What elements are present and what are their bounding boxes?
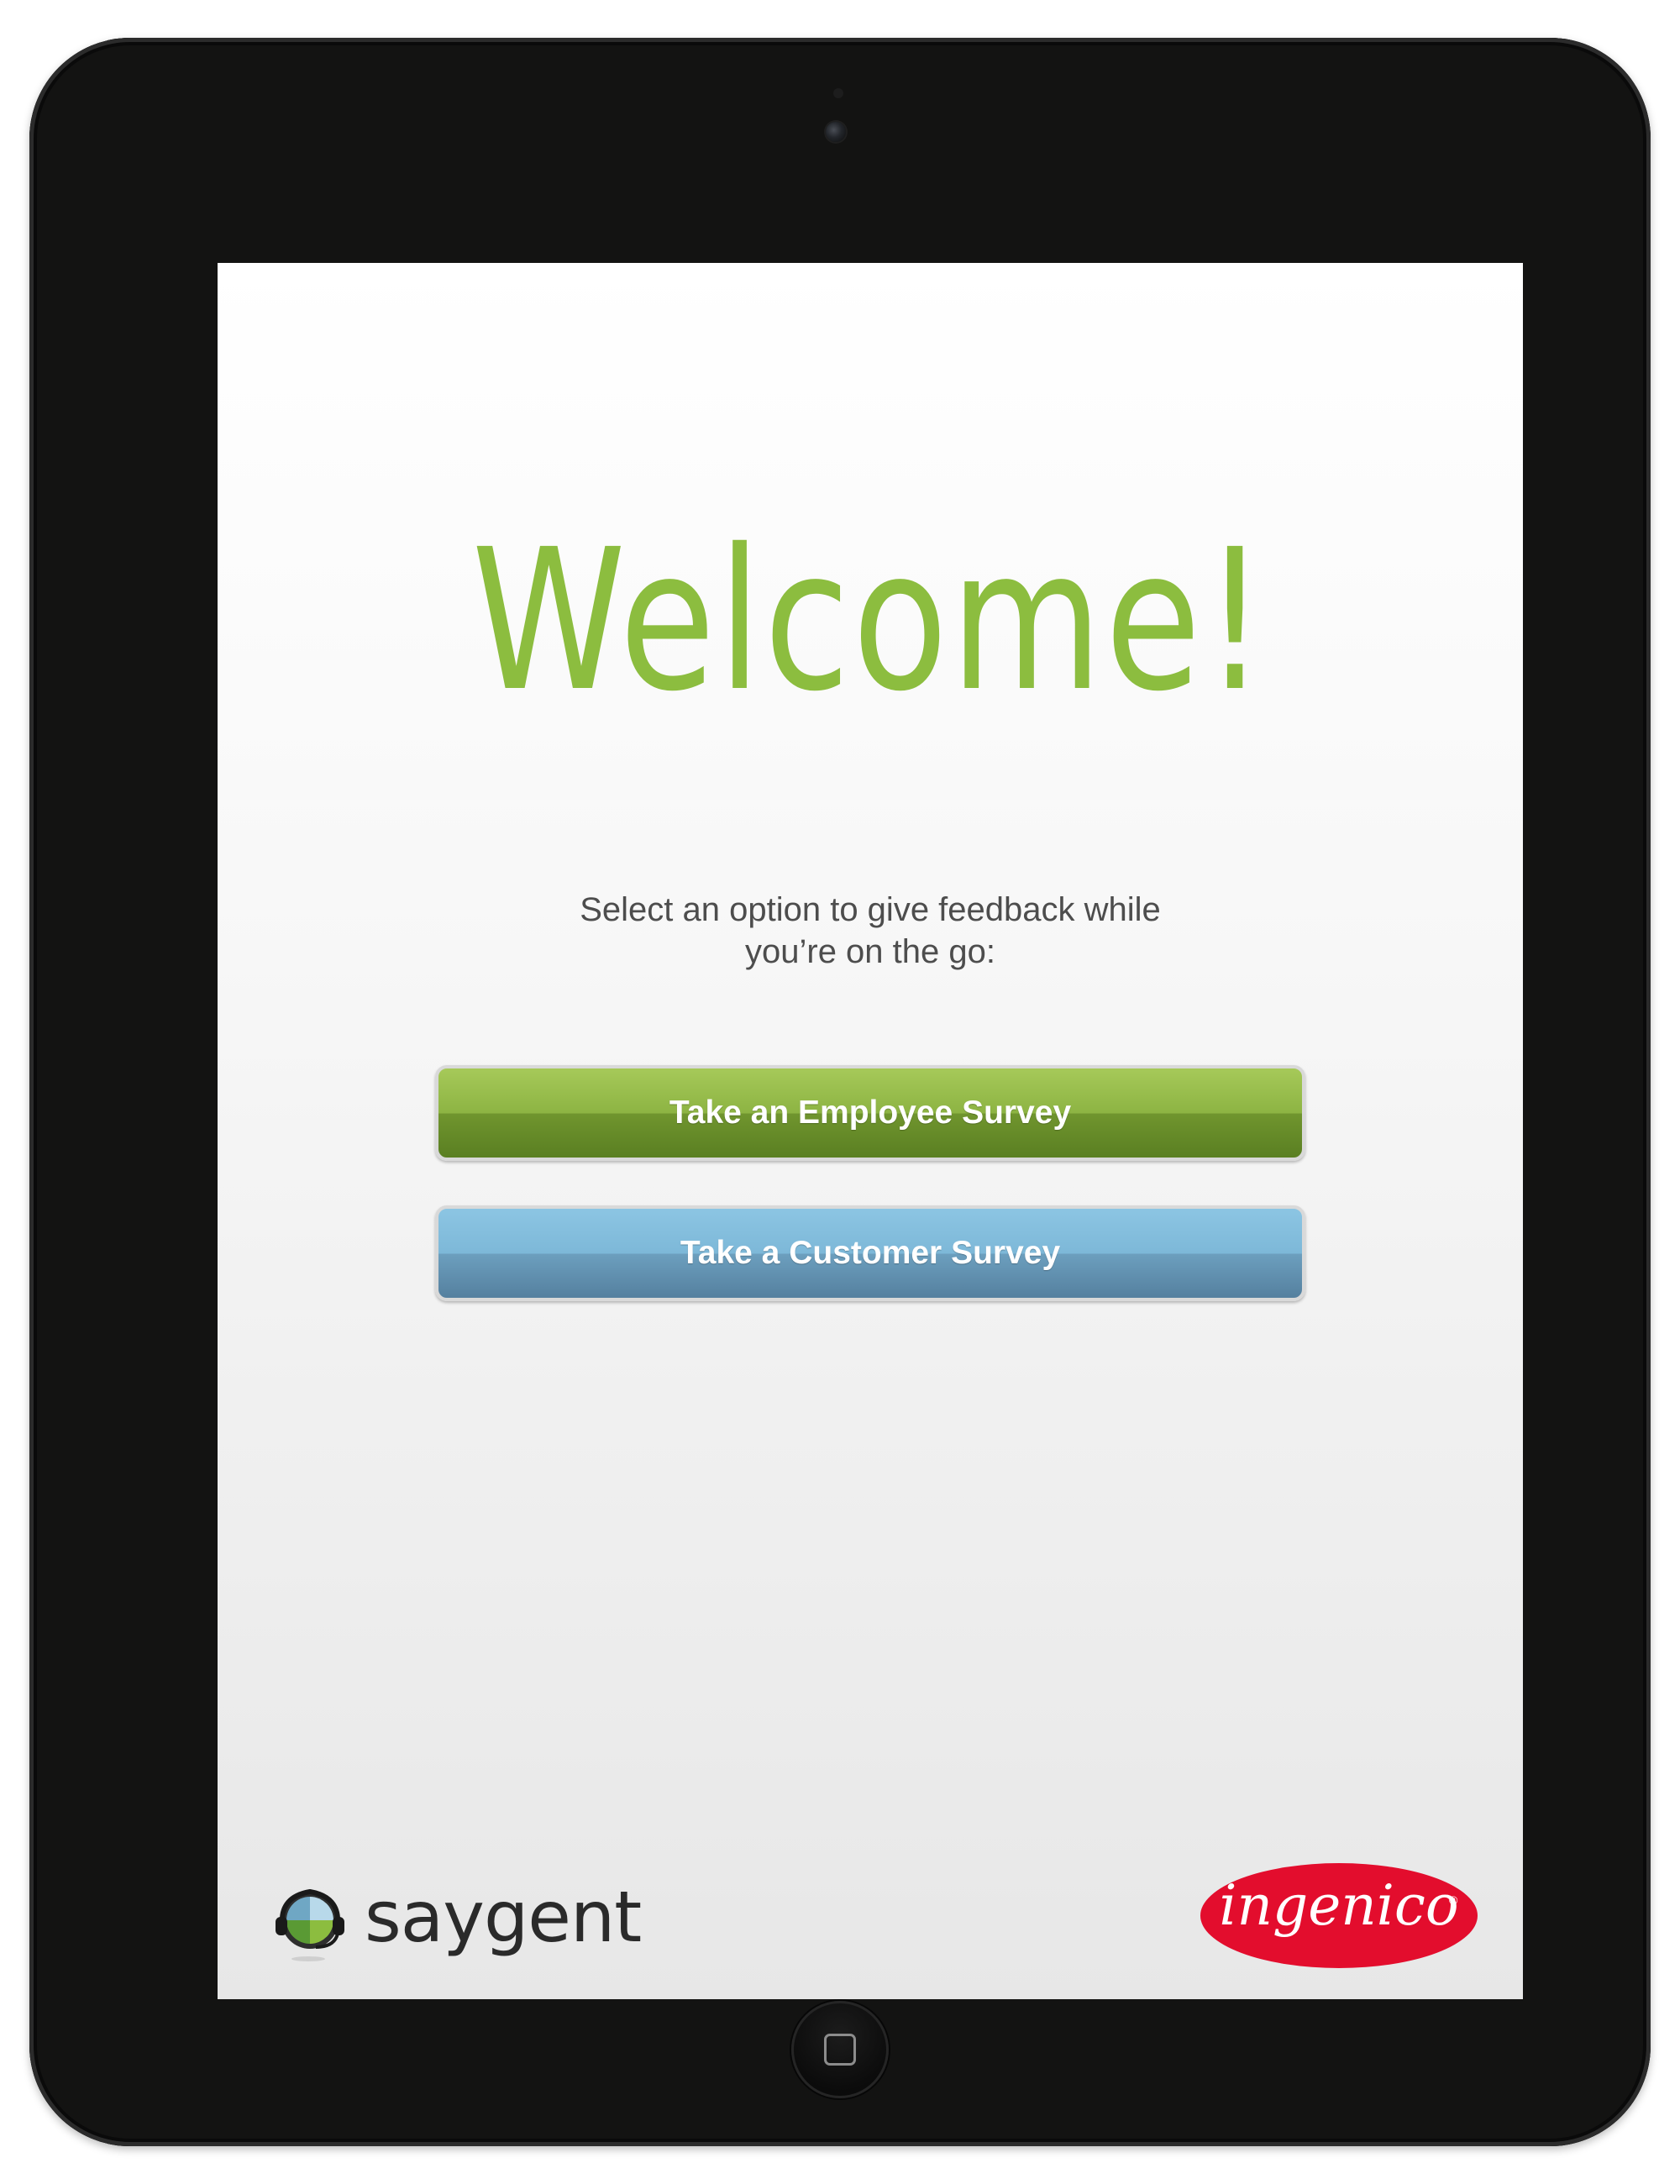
app-screen: Welcome! Select an option to give feedba… [218, 263, 1523, 1999]
instructions-line-2: you’re on the go: [745, 933, 995, 970]
employee-survey-button[interactable]: Take an Employee Survey [435, 1065, 1305, 1161]
camera-icon [826, 122, 846, 142]
registered-mark: ® [1449, 1893, 1458, 1907]
instructions-line-1: Select an option to give feedback while [580, 891, 1161, 928]
saygent-headset-icon [276, 1888, 344, 1961]
saygent-logo: saygent [272, 1880, 642, 1972]
saygent-wordmark: saygent [365, 1876, 642, 1958]
welcome-title: Welcome! [471, 507, 1269, 734]
tablet-device: Welcome! Select an option to give feedba… [29, 38, 1651, 2146]
home-button[interactable] [791, 2001, 889, 2098]
ingenico-wordmark: ingenico [1219, 1873, 1459, 1938]
customer-survey-button[interactable]: Take a Customer Survey [435, 1205, 1305, 1301]
home-button-icon [824, 2034, 856, 2066]
ingenico-logo: ingenico ® [1200, 1863, 1478, 1968]
instructions-text: Select an option to give feedback while … [492, 889, 1248, 973]
proximity-sensor [833, 88, 843, 98]
